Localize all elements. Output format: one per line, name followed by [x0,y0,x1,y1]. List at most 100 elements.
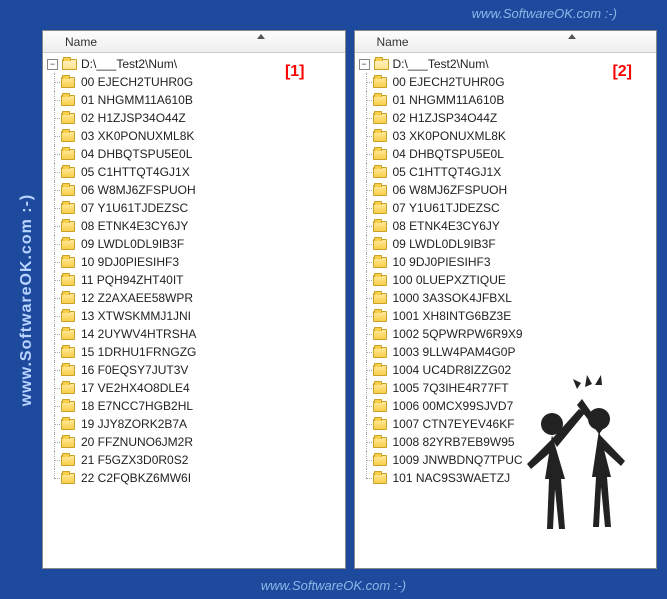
folder-icon [61,293,75,304]
item-label: 07 Y1U61TJDEZSC [391,201,500,215]
tree-item[interactable]: 08 ETNK4E3CY6JY [47,217,341,235]
root-label: D:\___Test2\Num\ [81,57,177,71]
tree-item[interactable]: 09 LWDL0DL9IB3F [359,235,653,253]
item-label: 101 NAC9S3WAETZJ [391,471,511,485]
tree-item[interactable]: 1001 XH8INTG6BZ3E [359,307,653,325]
item-label: 21 F5GZX3D0R0S2 [79,453,188,467]
folder-icon [373,275,387,286]
folder-icon [373,329,387,340]
tree-item[interactable]: 10 9DJ0PIESIHF3 [359,253,653,271]
item-label: 1009 JNWBDNQ7TPUC [391,453,523,467]
tree-item[interactable]: 1003 9LLW4PAM4G0P [359,343,653,361]
tree-item[interactable]: 05 C1HTTQT4GJ1X [47,163,341,181]
item-label: 1008 82YRB7EB9W95 [391,435,515,449]
item-label: 22 C2FQBKZ6MW6I [79,471,191,485]
tree-item[interactable]: 08 ETNK4E3CY6JY [359,217,653,235]
collapse-icon[interactable]: − [47,59,58,70]
item-label: 11 PQH94ZHT40IT [79,273,183,287]
tree-item[interactable]: 05 C1HTTQT4GJ1X [359,163,653,181]
tree-item[interactable]: 1005 7Q3IHE4R77FT [359,379,653,397]
tree-item[interactable]: 06 W8MJ6ZFSPUOH [359,181,653,199]
folder-icon [61,77,75,88]
folder-icon [61,311,75,322]
tree-item[interactable]: 1007 CTN7EYEV46KF [359,415,653,433]
tree-item[interactable]: 15 1DRHU1FRNGZG [47,343,341,361]
tree-item[interactable]: 1009 JNWBDNQ7TPUC [359,451,653,469]
folder-open-icon [62,59,77,70]
item-label: 100 0LUEPXZTIQUE [391,273,506,287]
item-label: 03 XK0PONUXML8K [79,129,194,143]
folder-icon [373,131,387,142]
folder-icon [373,167,387,178]
tree-item[interactable]: 06 W8MJ6ZFSPUOH [47,181,341,199]
tree-item[interactable]: 21 F5GZX3D0R0S2 [47,451,341,469]
tree-item[interactable]: 07 Y1U61TJDEZSC [47,199,341,217]
folder-icon [373,113,387,124]
column-header[interactable]: Name [355,31,657,53]
folder-icon [61,203,75,214]
tree-item[interactable]: 1008 82YRB7EB9W95 [359,433,653,451]
tree-item[interactable]: 19 JJY8ZORK2B7A [47,415,341,433]
tree-item[interactable]: 18 E7NCC7HGB2HL [47,397,341,415]
tree-item[interactable]: 22 C2FQBKZ6MW6I [47,469,341,487]
folder-icon [61,131,75,142]
folder-icon [61,167,75,178]
tree-item[interactable]: 02 H1ZJSP34O44Z [359,109,653,127]
tree-item[interactable]: 01 NHGMM11A610B [47,91,341,109]
tree-item[interactable]: 04 DHBQTSPU5E0L [359,145,653,163]
tree-item[interactable]: 03 XK0PONUXML8K [359,127,653,145]
tree-item[interactable]: 02 H1ZJSP34O44Z [47,109,341,127]
item-label: 00 EJECH2TUHR0G [79,75,193,89]
tree-item[interactable]: 00 EJECH2TUHR0G [47,73,341,91]
tree-item[interactable]: 20 FFZNUNO6JM2R [47,433,341,451]
tree-item[interactable]: 09 LWDL0DL9IB3F [47,235,341,253]
folder-icon [373,437,387,448]
tree-item[interactable]: 1000 3A3SOK4JFBXL [359,289,653,307]
folder-icon [373,401,387,412]
item-label: 18 E7NCC7HGB2HL [79,399,193,413]
item-label: 1003 9LLW4PAM4G0P [391,345,516,359]
tree-item[interactable]: 10 9DJ0PIESIHF3 [47,253,341,271]
tree-item[interactable]: 101 NAC9S3WAETZJ [359,469,653,487]
folder-icon [61,257,75,268]
item-label: 12 Z2AXAEE58WPR [79,291,193,305]
tree-root[interactable]: −D:\___Test2\Num\ [359,55,653,73]
tree-item[interactable]: 03 XK0PONUXML8K [47,127,341,145]
item-label: 06 W8MJ6ZFSPUOH [79,183,196,197]
item-label: 16 F0EQSY7JUT3V [79,363,188,377]
item-label: 08 ETNK4E3CY6JY [79,219,188,233]
tree-item[interactable]: 100 0LUEPXZTIQUE [359,271,653,289]
folder-icon [61,419,75,430]
collapse-icon[interactable]: − [359,59,370,70]
item-label: 05 C1HTTQT4GJ1X [79,165,190,179]
tree-item[interactable]: 16 F0EQSY7JUT3V [47,361,341,379]
tree-item[interactable]: 00 EJECH2TUHR0G [359,73,653,91]
folder-icon [373,77,387,88]
tree-item[interactable]: 1002 5QPWRPW6R9X9 [359,325,653,343]
tree-item[interactable]: 04 DHBQTSPU5E0L [47,145,341,163]
tree-item[interactable]: 1004 UC4DR8IZZG02 [359,361,653,379]
tree-item[interactable]: 07 Y1U61TJDEZSC [359,199,653,217]
tree-view[interactable]: −D:\___Test2\Num\00 EJECH2TUHR0G01 NHGMM… [355,53,657,568]
tree-view[interactable]: − D:\___Test2\Num\ 00 EJECH2TUHR0G 01 NHGMM… [43,53,345,568]
item-label: 09 LWDL0DL9IB3F [391,237,496,251]
folder-icon [61,185,75,196]
tree-item[interactable]: 1006 00MCX99SJVD7 [359,397,653,415]
item-label: 14 2UYWV4HTRSHA [79,327,196,341]
tree-item[interactable]: 14 2UYWV4HTRSHA [47,325,341,343]
tree-item[interactable]: 13 XTWSKMMJ1JNI [47,307,341,325]
folder-icon [373,149,387,160]
tree-item[interactable]: 17 VE2HX4O8DLE4 [47,379,341,397]
item-label: 06 W8MJ6ZFSPUOH [391,183,508,197]
folder-icon [373,455,387,466]
tree-item[interactable]: 12 Z2AXAEE58WPR [47,289,341,307]
item-label: 01 NHGMM11A610B [79,93,193,107]
folder-icon [373,221,387,232]
tree-item[interactable]: 11 PQH94ZHT40IT [47,271,341,289]
item-label: 1005 7Q3IHE4R77FT [391,381,509,395]
item-label: 17 VE2HX4O8DLE4 [79,381,190,395]
folder-icon [61,365,75,376]
tree-item[interactable]: 01 NHGMM11A610B [359,91,653,109]
folder-icon [373,185,387,196]
column-header[interactable]: Name [43,31,345,53]
